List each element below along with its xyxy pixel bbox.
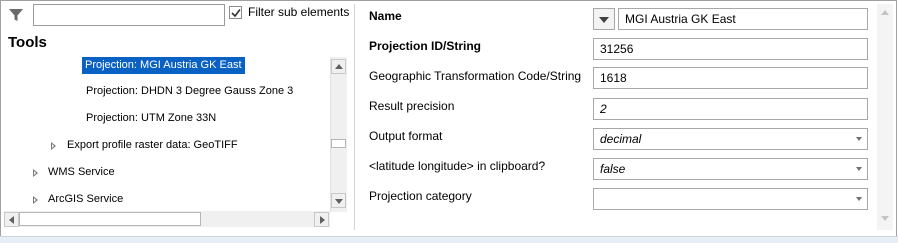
name-label: Name bbox=[369, 9, 402, 23]
chevron-down-icon bbox=[856, 137, 862, 141]
arrow-left-icon bbox=[9, 216, 14, 224]
filter-icon[interactable] bbox=[8, 7, 24, 23]
name-field[interactable]: MGI Austria GK East bbox=[618, 8, 868, 30]
triangle-down-icon bbox=[599, 17, 609, 23]
panel-splitter[interactable] bbox=[354, 4, 355, 230]
expand-icon[interactable] bbox=[33, 196, 38, 204]
scroll-up-button[interactable] bbox=[331, 59, 346, 74]
projection-category-label: Projection category bbox=[369, 189, 472, 203]
scroll-left-button[interactable] bbox=[4, 212, 19, 227]
geo-transform-field[interactable]: 1618 bbox=[593, 67, 868, 89]
scroll-right-button[interactable] bbox=[314, 212, 329, 227]
scroll-down-button[interactable] bbox=[331, 193, 346, 208]
output-format-select[interactable]: decimal bbox=[593, 128, 868, 150]
chevron-down-icon bbox=[856, 167, 862, 171]
output-format-value: decimal bbox=[600, 132, 642, 146]
geo-transform-label: Geographic Transformation Code/String bbox=[369, 69, 582, 83]
name-dropdown-button[interactable] bbox=[593, 8, 615, 30]
tree-vertical-scrollbar[interactable] bbox=[330, 57, 347, 212]
tree-item-arcgis-service[interactable]: ArcGIS Service bbox=[48, 191, 123, 208]
arrow-down-icon bbox=[335, 199, 343, 204]
arrow-down-icon bbox=[881, 216, 889, 221]
check-icon bbox=[231, 9, 241, 18]
tree-item-export-geotiff[interactable]: Export profile raster data: GeoTIFF bbox=[67, 137, 238, 154]
projection-category-select[interactable] bbox=[593, 188, 868, 210]
arrow-up-icon bbox=[881, 10, 889, 15]
result-precision-label: Result precision bbox=[369, 99, 455, 113]
expand-icon[interactable] bbox=[33, 169, 38, 177]
tree-item-wms-service[interactable]: WMS Service bbox=[48, 164, 115, 181]
expand-icon[interactable] bbox=[51, 142, 56, 150]
output-format-label: Output format bbox=[369, 129, 443, 143]
tools-title: Tools bbox=[8, 34, 47, 51]
clipboard-value: false bbox=[600, 162, 626, 176]
result-precision-field[interactable]: 2 bbox=[593, 98, 868, 120]
scroll-thumb-horizontal[interactable] bbox=[19, 212, 201, 226]
arrow-right-icon bbox=[320, 216, 325, 224]
tree-item-utm[interactable]: Projection: UTM Zone 33N bbox=[86, 110, 216, 127]
filter-sub-elements-label: Filter sub elements bbox=[248, 5, 350, 19]
filter-sub-elements-checkbox[interactable] bbox=[229, 6, 242, 19]
clipboard-select[interactable]: false bbox=[593, 158, 868, 180]
clipboard-label: <latitude longitude> in clipboard? bbox=[369, 159, 546, 173]
tree-item-mgi-austria[interactable]: Projection: MGI Austria GK East bbox=[82, 57, 245, 74]
properties-scroll-down-button[interactable] bbox=[877, 211, 893, 227]
properties-vertical-scrollbar[interactable] bbox=[877, 4, 893, 230]
scroll-thumb[interactable] bbox=[331, 139, 346, 148]
projection-id-label: Projection ID/String bbox=[369, 39, 482, 53]
tree-item-dhdn[interactable]: Projection: DHDN 3 Degree Gauss Zone 3 bbox=[86, 83, 293, 100]
chevron-down-icon bbox=[856, 197, 862, 201]
projection-id-field[interactable]: 31256 bbox=[593, 38, 868, 60]
properties-scroll-up-button[interactable] bbox=[877, 5, 893, 21]
status-strip bbox=[0, 236, 898, 243]
arrow-up-icon bbox=[335, 64, 343, 69]
filter-input[interactable] bbox=[33, 4, 225, 26]
